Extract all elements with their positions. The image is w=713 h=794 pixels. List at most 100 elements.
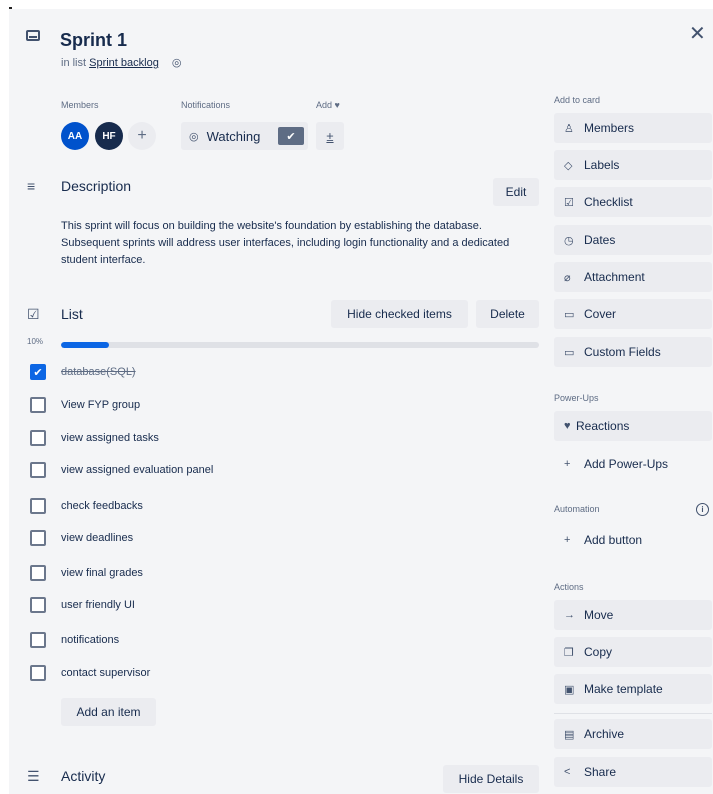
- card-title[interactable]: Sprint 1: [60, 30, 127, 51]
- button-label: Custom Fields: [584, 345, 661, 359]
- button-label: Make template: [584, 682, 663, 696]
- template-icon: ▣: [564, 683, 575, 696]
- list-prefix: in list: [61, 57, 87, 69]
- eye-icon: ◎: [171, 57, 182, 69]
- button-label: Members: [584, 121, 635, 135]
- copy-button[interactable]: ❐ Copy: [554, 637, 712, 667]
- button-label: Dates: [584, 233, 616, 247]
- item-checkbox[interactable]: [30, 498, 46, 514]
- checklist-item[interactable]: view assigned tasks: [61, 432, 159, 444]
- item-checkbox[interactable]: [30, 565, 46, 581]
- add-member-button[interactable]: +: [128, 122, 156, 150]
- powerups-label: Power-Ups: [554, 393, 599, 403]
- plus-icon: +: [564, 534, 571, 546]
- activity-heading: Activity: [61, 768, 106, 784]
- checklist-item[interactable]: user friendly UI: [61, 599, 135, 611]
- edit-description-button[interactable]: Edit: [493, 178, 539, 206]
- avatar[interactable]: HF: [95, 122, 123, 150]
- checklist-item[interactable]: notifications: [61, 634, 119, 646]
- item-checkbox[interactable]: ✔: [30, 364, 46, 380]
- add-automation-button[interactable]: + Add button: [554, 525, 712, 555]
- custom-fields-icon: ▭: [564, 346, 575, 359]
- paperclip-icon: ⌀: [564, 271, 571, 284]
- close-icon[interactable]: ✕: [689, 24, 706, 44]
- heart-icon: ♥: [564, 420, 571, 432]
- archive-button[interactable]: ▤ Archive: [554, 719, 712, 749]
- description-text[interactable]: This sprint will focus on building the w…: [61, 218, 521, 269]
- sidebar-divider: [554, 713, 712, 714]
- archive-icon: ▤: [564, 728, 575, 741]
- card-icon: [26, 30, 40, 41]
- share-button[interactable]: < Share: [554, 757, 712, 787]
- copy-icon: ❐: [564, 646, 574, 659]
- cover-icon: ▭: [564, 308, 575, 321]
- progress-fill: [61, 342, 109, 348]
- hide-checked-items-button[interactable]: Hide checked items: [331, 300, 468, 328]
- avatar[interactable]: AA: [61, 122, 89, 150]
- item-checkbox[interactable]: [30, 397, 46, 413]
- dates-sidebar-button[interactable]: ◷ Dates: [554, 225, 712, 255]
- watch-button[interactable]: ◎ Watching ✔: [181, 122, 308, 150]
- button-label: Copy: [584, 645, 613, 659]
- item-checkbox[interactable]: [30, 462, 46, 478]
- list-location: in list Sprint backlog ◎: [61, 56, 182, 69]
- custom-fields-sidebar-button[interactable]: ▭ Custom Fields: [554, 337, 712, 367]
- move-button[interactable]: → Move: [554, 600, 712, 630]
- labels-sidebar-button[interactable]: ◇ Labels: [554, 150, 712, 180]
- checklist-icon: ☑: [564, 196, 574, 209]
- arrow-right-icon: →: [564, 609, 575, 621]
- description-heading: Description: [61, 178, 132, 194]
- button-label: Attachment: [584, 270, 645, 284]
- button-label: Archive: [584, 727, 625, 741]
- button-label: Share: [584, 765, 617, 779]
- item-checkbox[interactable]: [30, 597, 46, 613]
- checklist-item[interactable]: view assigned evaluation panel: [61, 464, 213, 476]
- eye-icon: ◎: [189, 130, 199, 143]
- actions-label: Actions: [554, 582, 584, 592]
- item-checkbox[interactable]: [30, 665, 46, 681]
- item-checkbox[interactable]: [30, 430, 46, 446]
- checklist-heading[interactable]: List: [61, 306, 83, 322]
- button-label: Add button: [584, 533, 643, 547]
- button-label: Move: [584, 608, 614, 622]
- checklist-item[interactable]: View FYP group: [61, 399, 140, 411]
- checklist-item[interactable]: contact supervisor: [61, 667, 150, 679]
- checklist-item[interactable]: view final grades: [61, 567, 143, 579]
- checklist-sidebar-button[interactable]: ☑ Checklist: [554, 187, 712, 217]
- description-icon: ≡: [27, 178, 36, 194]
- hide-details-button[interactable]: Hide Details: [443, 765, 539, 793]
- info-icon[interactable]: i: [696, 503, 709, 516]
- button-label: Labels: [584, 158, 620, 172]
- reactions-button[interactable]: ♥ Reactions: [554, 411, 712, 441]
- add-button[interactable]: ±: [316, 122, 344, 150]
- button-label: Add Power-Ups: [584, 457, 669, 471]
- checklist-item[interactable]: database(SQL): [61, 366, 136, 378]
- clock-icon: ◷: [564, 234, 574, 247]
- check-icon: ✔: [278, 127, 304, 145]
- delete-checklist-button[interactable]: Delete: [476, 300, 539, 328]
- add-label: Add ♥: [316, 100, 340, 110]
- checklist-item[interactable]: check feedbacks: [61, 500, 143, 512]
- add-item-button[interactable]: Add an item: [61, 698, 156, 726]
- plus-icon: +: [564, 458, 571, 470]
- cover-sidebar-button[interactable]: ▭ Cover: [554, 299, 712, 329]
- tag-icon: ◇: [564, 159, 573, 172]
- button-label: Reactions: [576, 419, 630, 433]
- members-label: Members: [61, 100, 99, 110]
- add-to-card-label: Add to card: [554, 95, 601, 105]
- item-checkbox[interactable]: [30, 632, 46, 648]
- make-template-button[interactable]: ▣ Make template: [554, 674, 712, 704]
- checklist-item[interactable]: view deadlines: [61, 532, 133, 544]
- button-label: Cover: [584, 307, 617, 321]
- watch-label: Watching: [206, 128, 261, 144]
- attachment-sidebar-button[interactable]: ⌀ Attachment: [554, 262, 712, 292]
- members-sidebar-button[interactable]: ♙ Members: [554, 113, 712, 143]
- checklist-icon: ☑: [27, 306, 40, 322]
- item-checkbox[interactable]: [30, 530, 46, 546]
- activity-icon: ☰: [27, 768, 40, 784]
- person-icon: ♙: [564, 122, 574, 135]
- add-powerups-button[interactable]: + Add Power-Ups: [554, 449, 712, 479]
- list-link[interactable]: Sprint backlog: [89, 57, 159, 69]
- progress-bar: [61, 342, 539, 348]
- share-icon: <: [564, 766, 571, 778]
